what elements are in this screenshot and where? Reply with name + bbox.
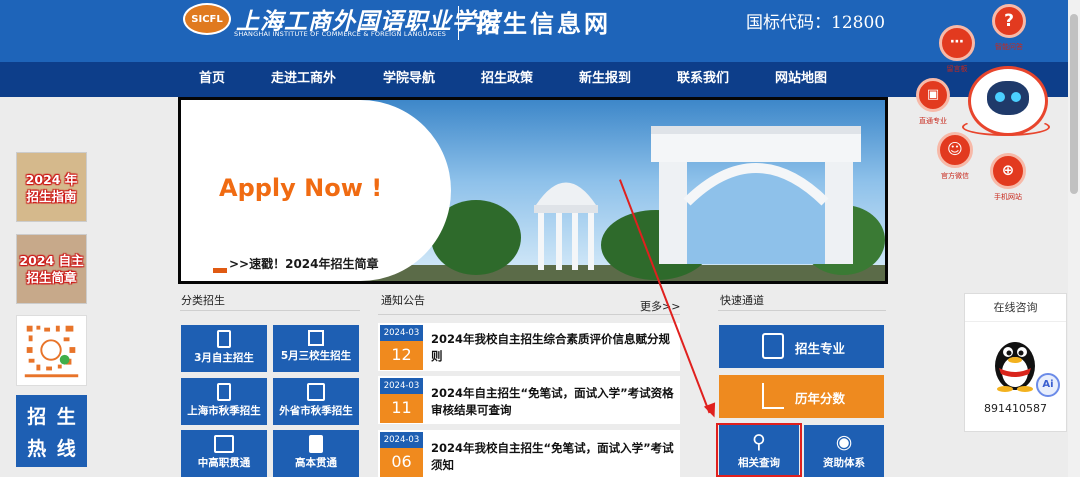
- category-may-three-schools[interactable]: 5月三校生招生: [273, 325, 359, 372]
- category-shanghai-autumn[interactable]: 上海市秋季招生: [181, 378, 267, 425]
- qr-code: [16, 315, 87, 386]
- major-direct-button[interactable]: ▣: [916, 78, 950, 112]
- notices-rule: [378, 314, 680, 315]
- notice-day: 06: [391, 452, 412, 471]
- nav-enrollment[interactable]: 新生报到: [579, 62, 631, 97]
- notice-title[interactable]: 2024年我校自主招生综合素质评价信息赋分规则: [431, 331, 681, 365]
- robot-ring: [962, 118, 1050, 136]
- annotation-arrow-head: [703, 402, 721, 420]
- notice-year: 2024-03: [380, 325, 423, 341]
- consult-title: 在线咨询: [965, 294, 1066, 322]
- nav-about[interactable]: 走进工商外: [271, 62, 336, 97]
- ai-assistant-button[interactable]: Ai: [1036, 373, 1060, 397]
- hotline-char: 线: [56, 437, 76, 460]
- category-rule: [180, 310, 360, 311]
- nav-sitemap[interactable]: 网站地图: [775, 62, 827, 97]
- site-header: SICFL 上海工商外国语职业学院 SHANGHAI INSTITUTE OF …: [0, 0, 1080, 62]
- major-direct-label: 直通专业: [919, 117, 947, 125]
- notice-title[interactable]: 2024年我校自主招生“免笔试，面试入学”考试须知: [431, 440, 681, 474]
- id-card-icon: [309, 435, 323, 453]
- reader-icon: [307, 383, 325, 401]
- hotline-char: 生: [56, 405, 76, 428]
- robot-eye: [995, 92, 1005, 102]
- nav-contact[interactable]: 联系我们: [677, 62, 729, 97]
- category-secondary-higher-vocational[interactable]: 中高职贯通: [181, 430, 267, 477]
- guide-2024-label: 2024 年 招生指南: [25, 172, 78, 204]
- hotline-char: 招: [27, 405, 47, 428]
- hero-banner[interactable]: Apply Now ! >>速戳！2024年招生简章: [178, 97, 888, 284]
- message-board-button[interactable]: ⋯: [939, 25, 975, 61]
- guide-2024-card[interactable]: 2024 年 招生指南: [16, 152, 87, 222]
- category-other-provinces-autumn[interactable]: 外省市秋季招生: [273, 378, 359, 425]
- gb-code: 国标代码：12800: [746, 13, 886, 33]
- smart-qa-button[interactable]: ?: [992, 4, 1026, 38]
- message-board-label: 留言板: [946, 65, 968, 73]
- notice-date: 2024-03 11: [380, 378, 423, 423]
- document-icon: [217, 383, 231, 401]
- id-card-icon: [762, 333, 784, 359]
- notices-more-link[interactable]: 更多>>: [640, 298, 680, 314]
- school-logo[interactable]: SICFL: [183, 3, 231, 35]
- book-icon: [217, 330, 231, 348]
- category-label: 高本贯通: [295, 457, 337, 469]
- notice-title[interactable]: 2024年自主招生“免笔试，面试入学”考试资格审核结果可查询: [431, 385, 681, 419]
- category-higher-undergraduate[interactable]: 高本贯通: [273, 430, 359, 477]
- chart-icon: [762, 383, 784, 409]
- quick-aid-button[interactable]: ◉ 资助体系: [804, 425, 884, 477]
- quick-rule: [718, 310, 886, 311]
- robot-face: [987, 81, 1029, 115]
- notice-year: 2024-03: [380, 432, 423, 448]
- admission-hotline[interactable]: 招 生 热 线: [16, 395, 87, 467]
- category-label: 5月三校生招生: [280, 350, 352, 362]
- mobile-site-button[interactable]: ⊕: [990, 153, 1026, 189]
- quick-scores-button[interactable]: 历年分数: [719, 375, 884, 418]
- banner-dome-illustration: [534, 182, 598, 270]
- quick-title: 快速通道: [720, 294, 764, 307]
- site-title: 招生信息网: [476, 10, 611, 38]
- qq-number[interactable]: 891410587: [965, 402, 1066, 415]
- notice-day: 11: [391, 398, 412, 417]
- category-march-self[interactable]: 3月自主招生: [181, 325, 267, 372]
- category-label: 上海市秋季招生: [187, 405, 261, 417]
- brochure-2024-label: 2024 自主 招生简章: [19, 253, 84, 285]
- brochure-2024-card[interactable]: 2024 自主 招生简章: [16, 234, 87, 304]
- qq-penguin-icon[interactable]: [989, 332, 1041, 392]
- quick-majors-button[interactable]: 招生专业: [719, 325, 884, 368]
- wechat-label: 官方微信: [941, 172, 969, 180]
- notice-date: 2024-03 12: [380, 325, 423, 370]
- banner-headline: Apply Now !: [219, 174, 383, 202]
- notice-year: 2024-03: [380, 378, 423, 394]
- banner-slide-indicator[interactable]: [213, 268, 227, 273]
- online-consult-panel[interactable]: 在线咨询 891410587: [964, 293, 1067, 432]
- list-icon: [308, 330, 324, 346]
- scrollbar-thumb[interactable]: [1070, 14, 1078, 194]
- banner-image: Apply Now ! >>速戳！2024年招生简章: [181, 100, 885, 281]
- banner-arch-illustration: [651, 126, 861, 264]
- open-book-icon: [214, 435, 234, 453]
- quick-majors-label: 招生专业: [795, 341, 846, 356]
- nav-policy[interactable]: 招生政策: [481, 62, 533, 97]
- highlight-box: [716, 423, 802, 477]
- wechat-button[interactable]: ☺: [937, 132, 973, 168]
- robot-eye: [1011, 92, 1021, 102]
- school-name-en: SHANGHAI INSTITUTE OF COMMERCE & FOREIGN…: [234, 30, 447, 38]
- nav-college-guide[interactable]: 学院导航: [383, 62, 435, 97]
- mobile-site-label: 手机网站: [994, 193, 1022, 201]
- notices-title: 通知公告: [381, 294, 425, 307]
- qr-code-icon: [24, 325, 79, 378]
- hotline-char: 热: [27, 437, 47, 460]
- notice-date: 2024-03 06: [380, 432, 423, 477]
- category-label: 中高职贯通: [197, 457, 251, 469]
- category-label: 3月自主招生: [194, 352, 254, 364]
- smart-qa-label: 智能问答: [995, 43, 1023, 51]
- category-label: 外省市秋季招生: [279, 405, 353, 417]
- nav-home[interactable]: 首页: [199, 62, 225, 97]
- notice-day: 12: [391, 345, 412, 364]
- quick-scores-label: 历年分数: [795, 391, 846, 406]
- quick-aid-label: 资助体系: [823, 457, 865, 469]
- medal-icon: ◉: [835, 431, 853, 453]
- banner-link[interactable]: >>速戳！2024年招生简章: [229, 255, 379, 272]
- category-title: 分类招生: [181, 294, 225, 307]
- header-divider: [458, 6, 459, 40]
